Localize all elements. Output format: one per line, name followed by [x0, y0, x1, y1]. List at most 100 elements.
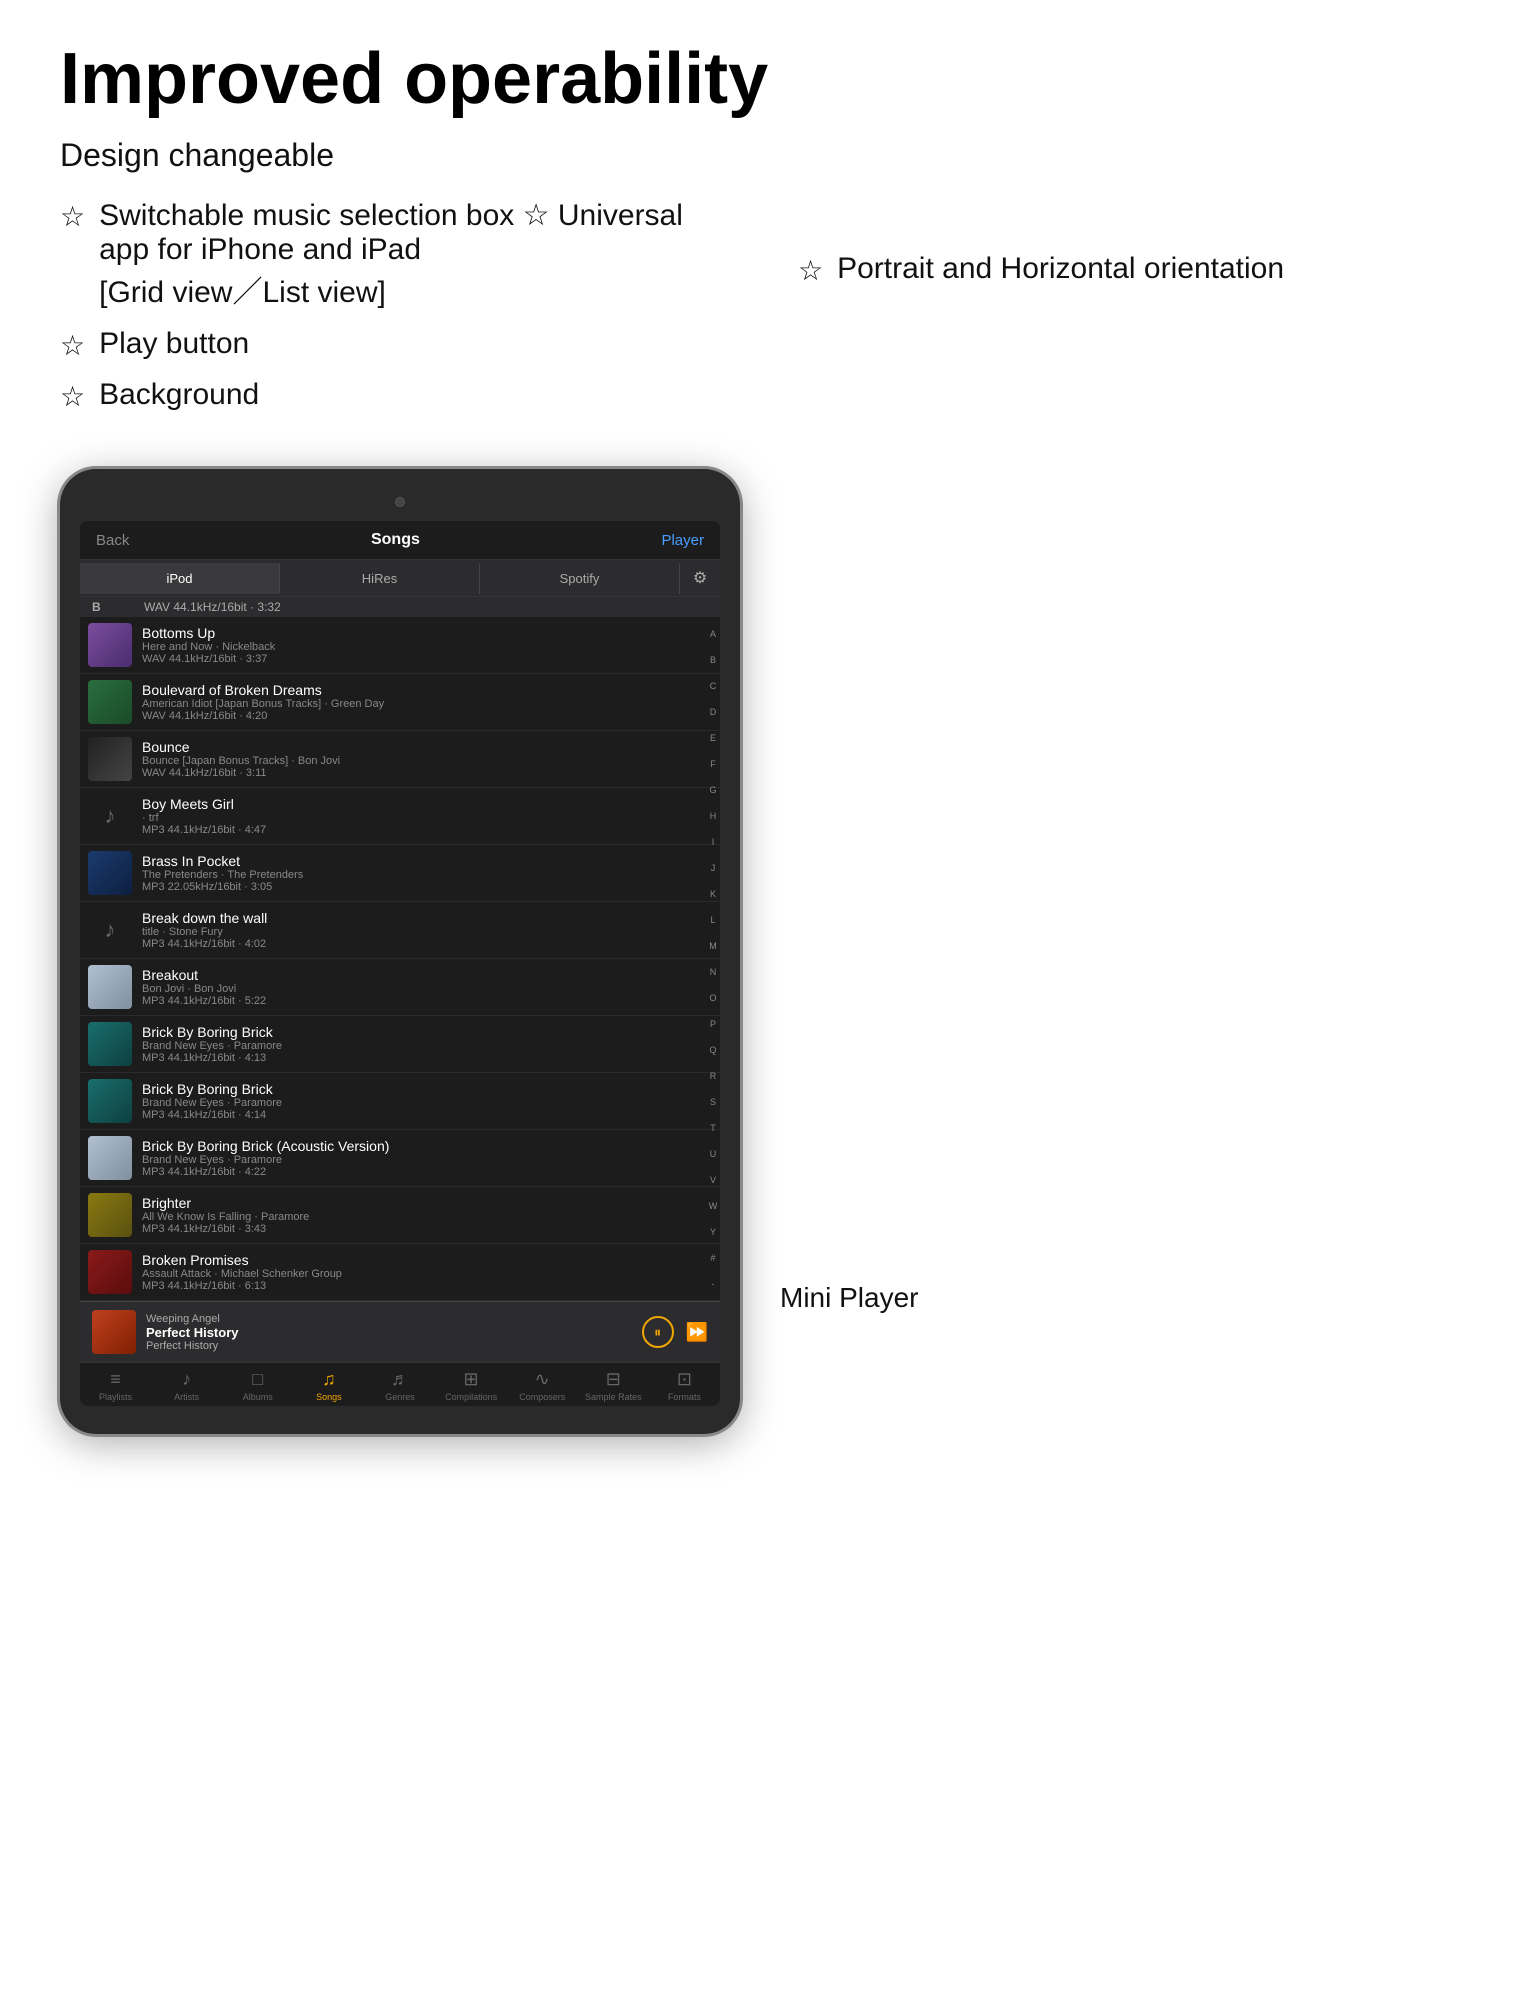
alpha-letter[interactable]: P [710, 1020, 716, 1029]
segment-bar: iPod HiRes Spotify ⚙ [80, 560, 720, 597]
song-sub1: Bon Jovi · Bon Jovi [142, 983, 708, 995]
song-row[interactable]: Bottoms Up Here and Now · Nickelback WAV… [80, 617, 720, 674]
song-info: Brick By Boring Brick Brand New Eyes · P… [142, 1081, 708, 1121]
song-info: Brick By Boring Brick Brand New Eyes · P… [142, 1024, 708, 1064]
song-sub1: Bounce [Japan Bonus Tracks] · Bon Jovi [142, 755, 708, 767]
song-sub1: · trf [142, 812, 708, 824]
mini-player[interactable]: Weeping Angel Perfect History Perfect Hi… [80, 1301, 720, 1362]
alpha-letter[interactable]: E [710, 734, 716, 743]
tab-artists[interactable]: ♪ Artists [151, 1369, 222, 1402]
fast-forward-button[interactable]: ⏩ [686, 1322, 708, 1343]
nav-player-button[interactable]: Player [661, 532, 704, 549]
song-sub2: MP3 44.1kHz/16bit · 4:22 [142, 1166, 708, 1178]
segment-hires[interactable]: HiRes [280, 563, 480, 594]
tab-albums[interactable]: □ Albums [222, 1369, 293, 1402]
song-row[interactable]: ♪ Boy Meets Girl · trf MP3 44.1kHz/16bit… [80, 788, 720, 845]
alpha-letter[interactable]: # [710, 1254, 715, 1263]
alpha-letter[interactable]: D [710, 708, 717, 717]
mini-player-controls: ⏸ ⏩ [642, 1316, 708, 1348]
feature-play-text: Play button [99, 327, 249, 361]
song-sub1: All We Know Is Falling · Paramore [142, 1211, 708, 1223]
song-sub2: MP3 44.1kHz/16bit · 4:14 [142, 1109, 708, 1121]
alpha-letter[interactable]: M [709, 942, 717, 951]
alpha-letter[interactable]: J [711, 864, 716, 873]
song-sub2: WAV 44.1kHz/16bit · 3:37 [142, 653, 708, 665]
song-title: Boulevard of Broken Dreams [142, 682, 708, 698]
page-title: Improved operability [60, 40, 1476, 119]
song-row[interactable]: Brick By Boring Brick Brand New Eyes · P… [80, 1016, 720, 1073]
tab-albums-icon: □ [252, 1369, 263, 1390]
alpha-letter[interactable]: I [712, 838, 715, 847]
tab-artists-icon: ♪ [182, 1369, 191, 1390]
alpha-letter[interactable]: R [710, 1072, 717, 1081]
song-info: Breakout Bon Jovi · Bon Jovi MP3 44.1kHz… [142, 967, 708, 1007]
tab-playlists[interactable]: ≡ Playlists [80, 1369, 151, 1402]
song-title: Brass In Pocket [142, 853, 708, 869]
song-list: Bottoms Up Here and Now · Nickelback WAV… [80, 617, 720, 1301]
play-pause-button[interactable]: ⏸ [642, 1316, 674, 1348]
song-sub2: WAV 44.1kHz/16bit · 4:20 [142, 710, 708, 722]
alpha-letter[interactable]: L [710, 916, 715, 925]
tab-bar: ≡ Playlists ♪ Artists □ Albums ♫ Songs ♬… [80, 1362, 720, 1406]
segment-ipod[interactable]: iPod [80, 563, 280, 594]
feature-background-text: Background [99, 378, 259, 412]
alpha-index: A B C D E F G H I J K L M N O P Q R S T U V W Y # - [706, 617, 720, 1301]
alpha-letter[interactable]: S [710, 1098, 716, 1107]
song-row[interactable]: Breakout Bon Jovi · Bon Jovi MP3 44.1kHz… [80, 959, 720, 1016]
alpha-letter[interactable]: A [710, 630, 716, 639]
alpha-letter[interactable]: Q [709, 1046, 716, 1055]
segment-spotify[interactable]: Spotify [480, 563, 680, 594]
mini-player-artist: Weeping Angel [146, 1313, 632, 1325]
tab-compilations-label: Compilations [445, 1392, 497, 1402]
song-row[interactable]: Boulevard of Broken Dreams American Idio… [80, 674, 720, 731]
alpha-letter[interactable]: W [709, 1202, 718, 1211]
song-thumb [88, 1193, 132, 1237]
alpha-letter[interactable]: G [709, 786, 716, 795]
tab-albums-label: Albums [243, 1392, 273, 1402]
song-thumb [88, 965, 132, 1009]
song-thumb-placeholder: ♪ [88, 794, 132, 838]
settings-icon[interactable]: ⚙ [680, 560, 720, 596]
tab-samplerates[interactable]: ⊟ Sample Rates [578, 1369, 649, 1402]
alpha-letter[interactable]: F [710, 760, 716, 769]
alpha-letter[interactable]: T [710, 1124, 716, 1133]
alpha-letter[interactable]: B [710, 656, 716, 665]
tab-composers-label: Composers [519, 1392, 565, 1402]
song-sub2: MP3 44.1kHz/16bit · 4:13 [142, 1052, 708, 1064]
tab-genres[interactable]: ♬ Genres [364, 1369, 435, 1402]
song-sub1: Brand New Eyes · Paramore [142, 1154, 708, 1166]
alpha-letter[interactable]: H [710, 812, 717, 821]
feature-music-box: ☆ Switchable music selection box ☆ Unive… [60, 198, 738, 311]
tab-songs[interactable]: ♫ Songs [293, 1369, 364, 1402]
song-row[interactable]: Brick By Boring Brick Brand New Eyes · P… [80, 1073, 720, 1130]
tab-composers[interactable]: ∿ Composers [507, 1369, 578, 1402]
alpha-letter[interactable]: C [710, 682, 717, 691]
song-info: Brass In Pocket The Pretenders · The Pre… [142, 853, 708, 893]
song-row[interactable]: Bounce Bounce [Japan Bonus Tracks] · Bon… [80, 731, 720, 788]
alpha-letter[interactable]: U [710, 1150, 717, 1159]
tab-playlists-label: Playlists [99, 1392, 132, 1402]
ipad-camera [395, 497, 405, 507]
alpha-letter[interactable]: - [712, 1280, 715, 1289]
song-row[interactable]: Brass In Pocket The Pretenders · The Pre… [80, 845, 720, 902]
tab-formats[interactable]: ⊡ Formats [649, 1369, 720, 1402]
song-row[interactable]: Brighter All We Know Is Falling · Paramo… [80, 1187, 720, 1244]
tab-compilations[interactable]: ⊞ Compilations [436, 1369, 507, 1402]
alpha-letter[interactable]: O [709, 994, 716, 1003]
ipad-wrapper: Back Songs Player iPod HiRes Spotify ⚙ B… [60, 469, 1476, 1434]
song-row[interactable]: Broken Promises Assault Attack · Michael… [80, 1244, 720, 1301]
alpha-letter[interactable]: V [710, 1176, 716, 1185]
song-sub1: title · Stone Fury [142, 926, 708, 938]
alpha-letter[interactable]: N [710, 968, 717, 977]
song-thumb [88, 1079, 132, 1123]
section-b-header: B WAV 44.1kHz/16bit · 3:32 [80, 597, 720, 617]
alpha-letter[interactable]: Y [710, 1228, 716, 1237]
song-title: Brick By Boring Brick (Acoustic Version) [142, 1138, 708, 1154]
song-row[interactable]: Brick By Boring Brick (Acoustic Version)… [80, 1130, 720, 1187]
feature-music-box-text: Switchable music selection box ☆ Univers… [99, 198, 738, 311]
song-row[interactable]: ♪ Break down the wall title · Stone Fury… [80, 902, 720, 959]
nav-back-button[interactable]: Back [96, 532, 129, 549]
song-title: Brighter [142, 1195, 708, 1211]
song-thumb [88, 1136, 132, 1180]
alpha-letter[interactable]: K [710, 890, 716, 899]
